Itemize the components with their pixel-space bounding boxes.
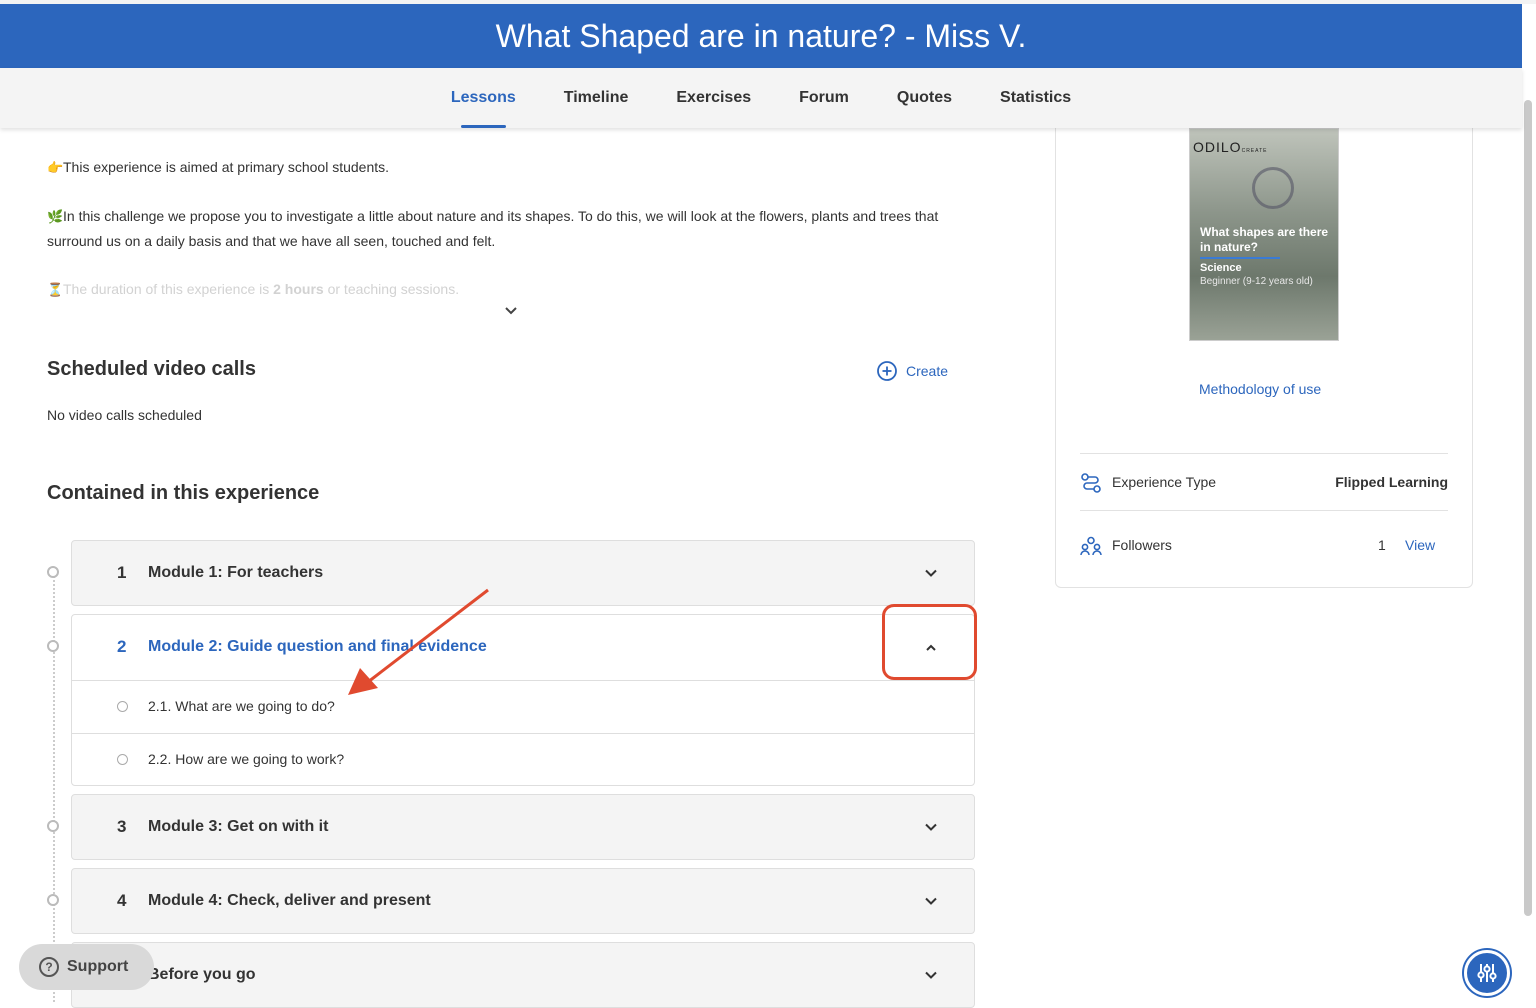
- experience-cover-image[interactable]: ODILOCREATE What shapes are there in nat…: [1189, 128, 1339, 341]
- chevron-down-icon[interactable]: [923, 967, 939, 983]
- support-button[interactable]: ? Support: [19, 944, 154, 990]
- tab-forum[interactable]: Forum: [799, 68, 849, 128]
- magnifying-glass-icon: [1252, 167, 1294, 209]
- question-icon: ?: [39, 957, 59, 977]
- timeline-dot: [47, 894, 59, 906]
- module-3[interactable]: 3 Module 3: Get on with it: [71, 794, 975, 860]
- tab-bar: Lessons Timeline Exercises Forum Quotes …: [0, 68, 1522, 128]
- description-line-3-pre: The duration of this experience is: [63, 281, 274, 297]
- description-line-1: This experience is aimed at primary scho…: [63, 159, 390, 175]
- route-icon: [1081, 473, 1101, 493]
- timeline-dot: [47, 566, 59, 578]
- lesson-status-dot: [117, 754, 128, 765]
- scrollbar-thumb[interactable]: [1524, 100, 1532, 916]
- module-2-expanded: 2 Module 2: Guide question and final evi…: [71, 614, 975, 786]
- create-label: Create: [906, 363, 949, 379]
- tab-exercises[interactable]: Exercises: [676, 68, 751, 128]
- methodology-link[interactable]: Methodology of use: [1199, 381, 1321, 397]
- annotation-arrow-icon: [348, 588, 489, 695]
- module-5[interactable]: 5 Before you go: [71, 942, 975, 1008]
- module-title: Before you go: [148, 966, 256, 983]
- lesson-item[interactable]: 2.2. How are we going to work?: [72, 734, 974, 787]
- experience-description: 👉This experience is aimed at primary sch…: [47, 155, 977, 326]
- pointing-hand-icon: 👉: [47, 160, 64, 175]
- create-video-call-button[interactable]: Create: [876, 359, 948, 383]
- plus-circle-icon: [877, 361, 897, 381]
- description-line-3-post: or teaching sessions.: [323, 281, 460, 297]
- cover-title: What shapes are there in nature?: [1200, 225, 1329, 254]
- module-4[interactable]: 4 Module 4: Check, deliver and present: [71, 868, 975, 934]
- page-title: What Shaped are in nature? - Miss V.: [495, 17, 1027, 54]
- module-title: Module 1: For teachers: [148, 564, 324, 581]
- leaf-icon: 🌿: [47, 209, 64, 224]
- description-line-3-bold: 2 hours: [273, 281, 324, 297]
- timeline-line: [53, 572, 55, 1002]
- cover-subject: Science: [1200, 262, 1242, 274]
- tab-quotes[interactable]: Quotes: [897, 68, 952, 128]
- chevron-down-icon[interactable]: [923, 893, 939, 909]
- lesson-item[interactable]: 2.1. What are we going to do?: [72, 681, 974, 734]
- video-calls-title: Scheduled video calls: [47, 358, 256, 380]
- expand-description-chevron-icon[interactable]: [502, 302, 520, 320]
- chevron-down-icon[interactable]: [923, 819, 939, 835]
- experience-type-label: Experience Type: [1112, 474, 1217, 490]
- followers-count: 1: [1378, 537, 1386, 553]
- timeline-dot: [47, 820, 59, 832]
- experience-type-value: Flipped Learning: [1335, 474, 1448, 490]
- hourglass-icon: ⏳: [47, 282, 64, 297]
- annotation-highlight-box: [882, 604, 977, 680]
- chevron-down-icon[interactable]: [923, 565, 939, 581]
- lesson-status-dot: [117, 701, 128, 712]
- cover-underline: [1200, 257, 1280, 259]
- timeline-dot: [47, 640, 59, 652]
- divider: [1080, 510, 1448, 511]
- module-2-header[interactable]: 2 Module 2: Guide question and final evi…: [72, 615, 974, 681]
- tab-timeline[interactable]: Timeline: [564, 68, 629, 128]
- followers-row: Followers 1 View: [1080, 534, 1448, 558]
- module-number: 2: [117, 637, 127, 656]
- lesson-title: 2.2. How are we going to work?: [148, 751, 345, 767]
- lesson-title: 2.1. What are we going to do?: [148, 698, 335, 714]
- contents-title: Contained in this experience: [47, 482, 320, 504]
- module-1[interactable]: 1 Module 1: For teachers: [71, 540, 975, 606]
- accessibility-settings-button[interactable]: [1464, 950, 1510, 996]
- followers-label: Followers: [1112, 537, 1172, 553]
- no-video-calls-text: No video calls scheduled: [47, 407, 202, 423]
- odilo-logo: ODILOCREATE: [1193, 139, 1268, 155]
- module-number: 4: [117, 891, 127, 910]
- cover-level: Beginner (9-12 years old): [1200, 276, 1313, 287]
- module-number: 3: [117, 817, 127, 836]
- divider: [1080, 453, 1448, 454]
- module-number: 1: [117, 563, 127, 582]
- module-title: Module 4: Check, deliver and present: [148, 892, 431, 909]
- tab-statistics[interactable]: Statistics: [1000, 68, 1071, 128]
- view-followers-link[interactable]: View: [1405, 537, 1435, 553]
- page-header: What Shaped are in nature? - Miss V.: [0, 4, 1522, 68]
- module-title: Module 3: Get on with it: [148, 818, 329, 835]
- description-line-2: In this challenge we propose you to inve…: [47, 208, 939, 249]
- sliders-icon: [1477, 964, 1497, 982]
- tab-lessons[interactable]: Lessons: [451, 68, 516, 128]
- experience-type-row: Experience Type Flipped Learning: [1080, 471, 1448, 495]
- users-icon: [1080, 536, 1102, 556]
- support-label: Support: [67, 958, 129, 975]
